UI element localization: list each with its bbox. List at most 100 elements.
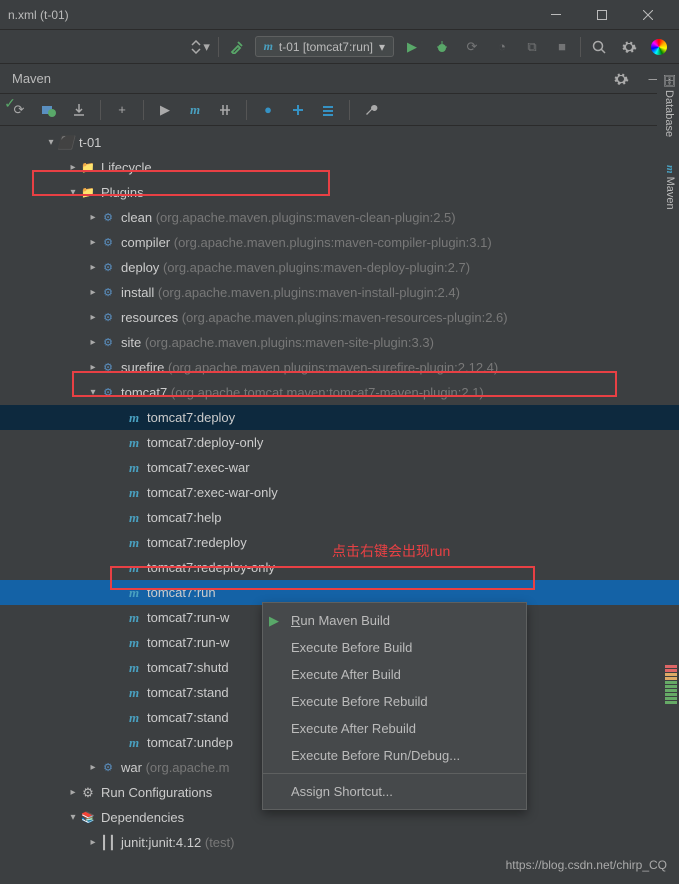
side-tab-database[interactable]: 🗄 Database bbox=[657, 65, 679, 145]
menu-execute-before-rebuild[interactable]: Execute Before Rebuild bbox=[263, 688, 526, 715]
plugin-icon: ⚙ bbox=[100, 760, 116, 776]
tree-plugins[interactable]: ▾ 📁 Plugins bbox=[0, 180, 679, 205]
maven-goal-icon: m bbox=[126, 710, 142, 726]
run-button[interactable]: ▶ bbox=[400, 35, 424, 59]
maven-goal-icon: m bbox=[126, 685, 142, 701]
maven-goal-icon: m bbox=[126, 535, 142, 551]
tree-goal[interactable]: mtomcat7:redeploy bbox=[0, 530, 679, 555]
library-icon: ┃┃ bbox=[100, 835, 116, 851]
toggle-offline-icon[interactable] bbox=[214, 99, 236, 121]
plugin-icon: ⚙ bbox=[100, 360, 116, 376]
plugin-icon: ⚙ bbox=[100, 385, 116, 401]
side-tab-maven[interactable]: m Maven bbox=[657, 157, 679, 218]
run-config-label: t-01 [tomcat7:run] bbox=[279, 40, 373, 54]
maven-goal-icon: m bbox=[126, 735, 142, 751]
generate-sources-icon[interactable] bbox=[38, 99, 60, 121]
stop-button[interactable]: ■ bbox=[550, 35, 574, 59]
side-tabs: 🗄 Database m Maven bbox=[657, 65, 679, 218]
tree-plugin-deploy[interactable]: ▸⚙deploy (org.apache.maven.plugins:maven… bbox=[0, 255, 679, 280]
menu-execute-after-build[interactable]: Execute After Build bbox=[263, 661, 526, 688]
library-icon: 📚 bbox=[80, 810, 96, 826]
tree-goal[interactable]: mtomcat7:deploy-only bbox=[0, 430, 679, 455]
plugin-icon: ⚙ bbox=[100, 285, 116, 301]
tree-goal[interactable]: mtomcat7:help bbox=[0, 505, 679, 530]
maven-goal-icon: m bbox=[126, 585, 142, 601]
maven-goal-icon: m bbox=[126, 460, 142, 476]
watermark: https://blog.csdn.net/chirp_CQ bbox=[506, 858, 667, 872]
plugin-icon: ⚙ bbox=[100, 260, 116, 276]
skip-tests-icon[interactable]: ● bbox=[257, 99, 279, 121]
add-configuration-button[interactable]: ▾ bbox=[188, 35, 212, 59]
play-icon: ▶ bbox=[269, 613, 279, 629]
execute-goal-icon[interactable]: m bbox=[184, 99, 206, 121]
profile-button[interactable]: ◔ bbox=[490, 35, 514, 59]
wrench-icon[interactable] bbox=[360, 99, 382, 121]
collapse-all-icon[interactable] bbox=[317, 99, 339, 121]
maven-goal-icon: m bbox=[126, 560, 142, 576]
main-toolbar: ▾ m t-01 [tomcat7:run] ▾ ▶ ⟳ ◔ ⧉ ■ bbox=[0, 30, 679, 64]
plugin-icon: ⚙ bbox=[100, 310, 116, 326]
tree-plugin-resources[interactable]: ▸⚙resources (org.apache.maven.plugins:ma… bbox=[0, 305, 679, 330]
tree-root[interactable]: ▾ ⬛ t-01 bbox=[0, 130, 679, 155]
close-button[interactable] bbox=[625, 0, 671, 30]
menu-assign-shortcut[interactable]: Assign Shortcut... bbox=[263, 778, 526, 805]
panel-settings-icon[interactable] bbox=[609, 67, 633, 91]
add-icon[interactable]: + bbox=[111, 99, 133, 121]
run-configuration-selector[interactable]: m t-01 [tomcat7:run] ▾ bbox=[255, 36, 394, 57]
attach-button[interactable]: ⧉ bbox=[520, 35, 544, 59]
maximize-button[interactable] bbox=[579, 0, 625, 30]
folder-icon: 📁 bbox=[80, 160, 96, 176]
titlebar: n.xml (t-01) bbox=[0, 0, 679, 30]
settings-icon[interactable] bbox=[617, 35, 641, 59]
context-menu: ▶ Run Maven Build Execute Before Build E… bbox=[262, 602, 527, 810]
tree-goal[interactable]: mtomcat7:exec-war-only bbox=[0, 480, 679, 505]
maven-goal-icon: m bbox=[126, 435, 142, 451]
window-title: n.xml (t-01) bbox=[8, 8, 69, 22]
hammer-icon[interactable] bbox=[225, 35, 249, 59]
maven-icon: m bbox=[664, 165, 676, 174]
colorwheel-icon[interactable] bbox=[647, 35, 671, 59]
tree-plugin-site[interactable]: ▸⚙site (org.apache.maven.plugins:maven-s… bbox=[0, 330, 679, 355]
chevron-down-icon: ▾ bbox=[379, 40, 385, 54]
maven-goal-icon: m bbox=[126, 610, 142, 626]
coverage-button[interactable]: ⟳ bbox=[460, 35, 484, 59]
memory-indicator[interactable] bbox=[665, 665, 677, 704]
tree-plugin-compiler[interactable]: ▸⚙compiler (org.apache.maven.plugins:mav… bbox=[0, 230, 679, 255]
editor-gutter: ✓ bbox=[0, 95, 20, 112]
run-maven-icon[interactable]: ▶ bbox=[154, 99, 176, 121]
tree-plugin-install[interactable]: ▸⚙install (org.apache.maven.plugins:mave… bbox=[0, 280, 679, 305]
plugin-icon: ⚙ bbox=[100, 235, 116, 251]
maven-toolbar: ⟳ + ▶ m ● bbox=[0, 94, 679, 126]
menu-execute-before-build[interactable]: Execute Before Build bbox=[263, 634, 526, 661]
tree-goal[interactable]: mtomcat7:redeploy-only bbox=[0, 555, 679, 580]
tree-goal[interactable]: mtomcat7:deploy bbox=[0, 405, 679, 430]
maven-badge-icon: m bbox=[264, 39, 273, 54]
menu-execute-after-rebuild[interactable]: Execute After Rebuild bbox=[263, 715, 526, 742]
gear-icon: ⚙ bbox=[80, 785, 96, 801]
maven-project-icon: ⬛ bbox=[58, 135, 74, 151]
maven-goal-icon: m bbox=[126, 510, 142, 526]
debug-button[interactable] bbox=[430, 35, 454, 59]
tree-plugin-tomcat7[interactable]: ▾ ⚙ tomcat7 (org.apache.tomcat.maven:tom… bbox=[0, 380, 679, 405]
show-dependencies-icon[interactable] bbox=[287, 99, 309, 121]
plugin-icon: ⚙ bbox=[100, 335, 116, 351]
menu-run-maven-build[interactable]: ▶ Run Maven Build bbox=[263, 607, 526, 634]
folder-icon: 📁 bbox=[80, 185, 96, 201]
maven-goal-icon: m bbox=[126, 635, 142, 651]
tree-lifecycle[interactable]: ▸ 📁 Lifecycle bbox=[0, 155, 679, 180]
menu-separator bbox=[263, 773, 526, 774]
check-icon: ✓ bbox=[4, 95, 16, 112]
tree-plugin-surefire[interactable]: ▸⚙surefire (org.apache.maven.plugins:mav… bbox=[0, 355, 679, 380]
panel-title: Maven bbox=[12, 71, 51, 86]
maven-goal-icon: m bbox=[126, 660, 142, 676]
maven-goal-icon: m bbox=[126, 485, 142, 501]
maven-goal-icon: m bbox=[126, 410, 142, 426]
tree-goal[interactable]: mtomcat7:exec-war bbox=[0, 455, 679, 480]
minimize-button[interactable] bbox=[533, 0, 579, 30]
tree-plugin-clean[interactable]: ▸⚙clean (org.apache.maven.plugins:maven-… bbox=[0, 205, 679, 230]
search-icon[interactable] bbox=[587, 35, 611, 59]
menu-execute-before-run-debug[interactable]: Execute Before Run/Debug... bbox=[263, 742, 526, 769]
download-icon[interactable] bbox=[68, 99, 90, 121]
tree-dependency-junit[interactable]: ▸ ┃┃ junit:junit:4.12 (test) bbox=[0, 830, 679, 855]
database-icon: 🗄 bbox=[663, 73, 675, 87]
